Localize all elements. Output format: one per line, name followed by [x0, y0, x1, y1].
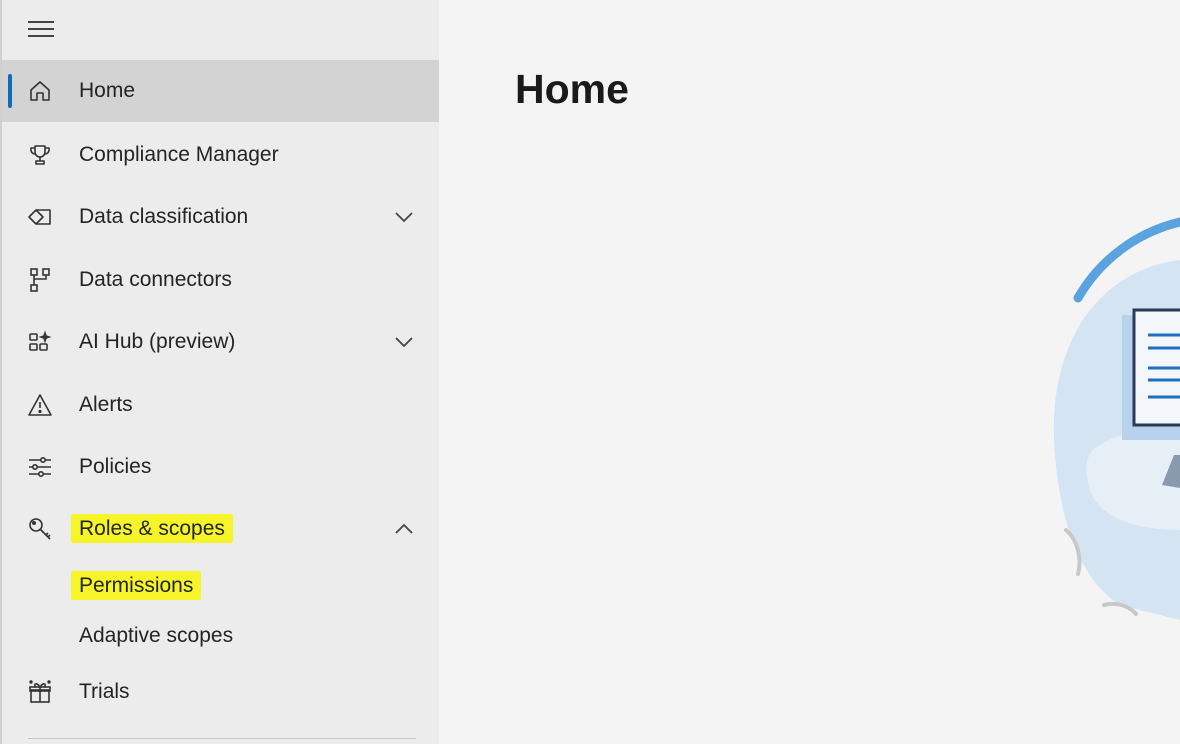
- sidebar-item-ai-hub[interactable]: AI Hub (preview): [2, 311, 439, 373]
- sidebar-item-label: AI Hub (preview): [79, 330, 236, 353]
- connector-icon: [26, 266, 54, 294]
- sidebar-item-alerts[interactable]: Alerts: [2, 374, 439, 436]
- sidebar-item-label: Compliance Manager: [79, 143, 279, 166]
- highlight-marker: Permissions: [71, 571, 202, 600]
- sidebar-item-label: Policies: [79, 455, 152, 478]
- tag-icon: [26, 203, 54, 231]
- sidebar-subitem-permissions[interactable]: Permissions: [2, 561, 439, 611]
- sidebar-subitem-adaptive-scopes[interactable]: Adaptive scopes: [2, 611, 439, 661]
- key-icon: [26, 515, 54, 543]
- compliance-illustration: [1040, 200, 1180, 635]
- sidebar-item-roles-scopes[interactable]: Roles & scopes: [2, 498, 439, 560]
- trophy-icon: [26, 141, 54, 169]
- home-icon: [26, 77, 54, 105]
- sidebar-item-label: Data classification: [79, 205, 249, 228]
- sidebar-item-label: Home: [79, 79, 136, 102]
- chevron-up-icon[interactable]: [390, 515, 418, 543]
- sidebar-item-policies[interactable]: Policies: [2, 436, 439, 498]
- navigation-sidebar: Home Compliance Manager Data classificat…: [0, 0, 439, 744]
- warning-icon: [26, 391, 54, 419]
- sidebar-item-compliance-manager[interactable]: Compliance Manager: [2, 124, 439, 186]
- chevron-down-icon[interactable]: [390, 328, 418, 356]
- sidebar-item-trials[interactable]: Trials: [2, 661, 439, 723]
- chevron-down-icon[interactable]: [390, 203, 418, 231]
- sidebar-divider: [28, 738, 416, 739]
- sidebar-item-label: Trials: [79, 680, 130, 703]
- sidebar-item-label: Data connectors: [79, 268, 232, 291]
- ai-hub-icon: [26, 328, 54, 356]
- sidebar-item-data-connectors[interactable]: Data connectors: [2, 249, 439, 311]
- highlight-marker: Roles & scopes: [71, 514, 233, 543]
- gift-icon: [26, 678, 54, 706]
- page-title: Home: [515, 66, 629, 112]
- sidebar-item-label: Roles & scopes: [71, 514, 233, 543]
- sidebar-item-data-classification[interactable]: Data classification: [2, 186, 439, 248]
- sidebar-subitem-label: Adaptive scopes: [79, 624, 234, 647]
- hamburger-icon[interactable]: [26, 16, 56, 42]
- sidebar-subitem-label: Permissions: [71, 571, 202, 600]
- sliders-icon: [26, 453, 54, 481]
- sidebar-item-label: Alerts: [79, 393, 133, 416]
- sidebar-item-home[interactable]: Home: [2, 60, 439, 122]
